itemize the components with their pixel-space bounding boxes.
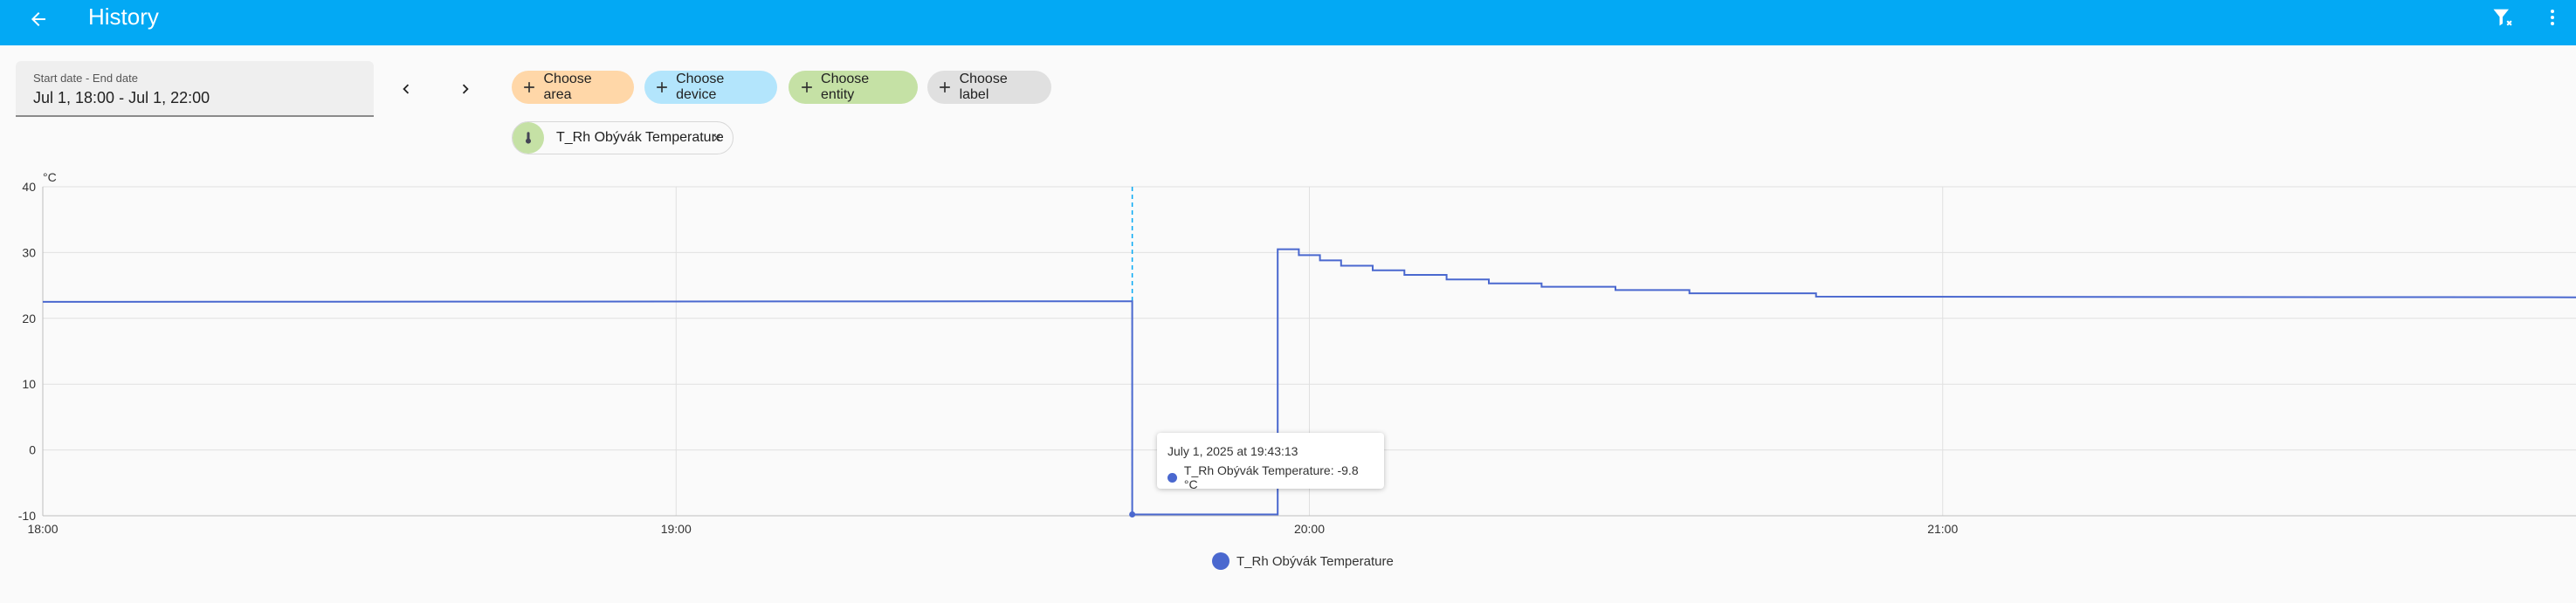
choose-device-chip[interactable]: Choose device xyxy=(644,71,777,104)
choose-label-chip[interactable]: Choose label xyxy=(927,71,1051,104)
choose-entity-chip[interactable]: Choose entity xyxy=(789,71,918,104)
series-color-dot xyxy=(1212,552,1229,570)
x-tick-label: 21:00 xyxy=(1927,522,1958,536)
arrow-left-icon xyxy=(31,12,45,26)
y-tick-label: 40 xyxy=(22,180,36,194)
app-toolbar: History xyxy=(0,0,2576,45)
legend-label: T_Rh Obývák Temperature xyxy=(1236,553,1394,569)
selected-entity-chip: T_Rh Obývák Temperature xyxy=(512,121,734,154)
next-period-button[interactable] xyxy=(450,73,481,105)
y-tick-label: 20 xyxy=(22,312,36,325)
entity-chip-label: T_Rh Obývák Temperature xyxy=(556,130,724,145)
choose-area-chip[interactable]: Choose area xyxy=(512,71,634,104)
y-tick-label: 30 xyxy=(22,245,36,259)
back-button[interactable] xyxy=(23,3,54,35)
plus-icon xyxy=(792,79,821,96)
y-tick-label: 10 xyxy=(22,377,36,391)
chevron-right-icon xyxy=(462,84,469,94)
chart-legend-item[interactable]: T_Rh Obývák Temperature xyxy=(1212,552,1394,570)
x-tick-label: 20:00 xyxy=(1294,522,1325,536)
x-tick-label: 19:00 xyxy=(661,522,692,536)
y-tick-label: -10 xyxy=(18,509,36,523)
dots-vertical-icon xyxy=(2551,10,2554,25)
plus-icon xyxy=(931,79,960,96)
tooltip-value: T_Rh Obývák Temperature: -9.8 °C xyxy=(1183,463,1359,491)
tooltip-time: July 1, 2025 at 19:43:13 xyxy=(1167,444,1298,458)
chip-label: Choose device xyxy=(676,72,725,102)
x-tick-label: 18:00 xyxy=(27,522,58,536)
date-range-value: Jul 1, 18:00 - Jul 1, 22:00 xyxy=(33,89,210,106)
thermometer-icon xyxy=(513,122,544,154)
chart-tooltip: July 1, 2025 at 19:43:13 T_Rh Obývák Tem… xyxy=(1157,433,1384,491)
filter-remove-icon xyxy=(2493,9,2512,26)
page-title: History xyxy=(88,3,159,30)
previous-period-button[interactable] xyxy=(390,73,422,105)
series-color-dot xyxy=(1167,472,1177,483)
plus-icon xyxy=(648,79,676,96)
remove-entity-button[interactable] xyxy=(708,129,726,147)
plus-icon xyxy=(515,79,543,96)
highlight-point xyxy=(1129,510,1136,517)
chip-label: Choose label xyxy=(959,72,1008,102)
history-chart[interactable]: -10 0 10 20 30 40 18:00 19:00 20:00 21:00 °C xyxy=(0,168,2576,552)
date-range-picker[interactable]: Start date - End date Jul 1, 18:00 - Jul… xyxy=(16,61,374,117)
chevron-left-icon xyxy=(403,84,410,94)
chip-label: Choose area xyxy=(543,72,592,102)
close-icon xyxy=(713,134,721,142)
clear-filter-button[interactable] xyxy=(2487,2,2518,33)
chip-label: Choose entity xyxy=(821,72,870,102)
y-tick-label: 0 xyxy=(29,443,36,457)
y-axis-unit: °C xyxy=(43,170,57,184)
more-options-button[interactable] xyxy=(2539,2,2566,33)
date-range-label: Start date - End date xyxy=(33,72,138,85)
